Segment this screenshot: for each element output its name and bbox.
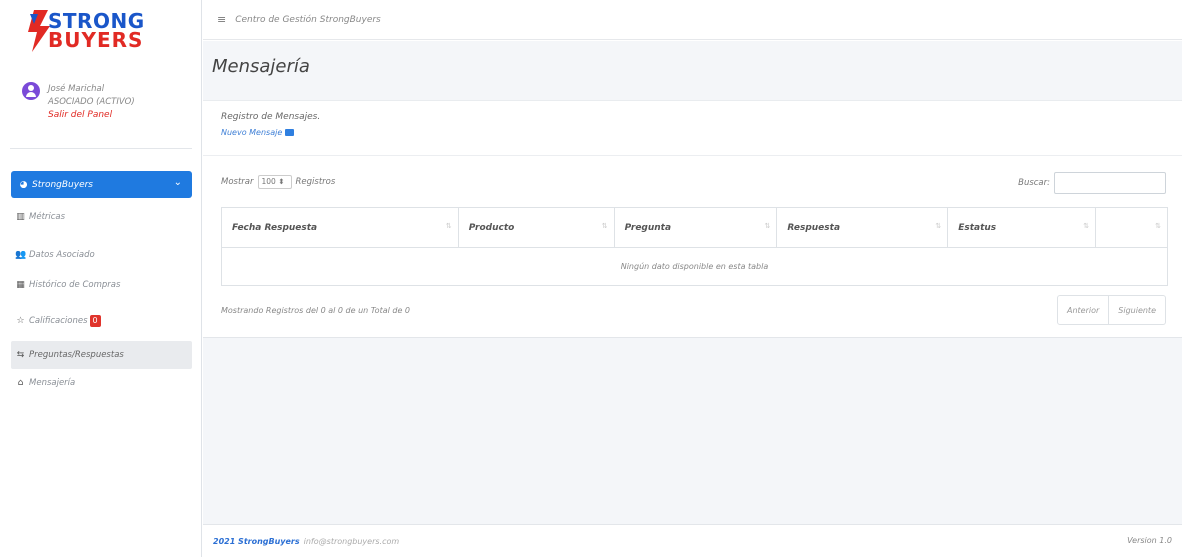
sidebar-item-label: Mensajería: [29, 378, 76, 388]
sort-icon: ⇅: [1155, 222, 1161, 230]
messages-table: Fecha Respuesta ⇅ Producto ⇅ Pregunta ⇅ Res…: [221, 207, 1168, 286]
sort-icon: ⇅: [764, 222, 771, 230]
avatar: [22, 82, 40, 100]
logo[interactable]: STRONG BUYERS: [0, 0, 201, 72]
sidebar-item-preguntas[interactable]: ⇆ Preguntas/Respuestas: [11, 341, 192, 369]
topbar: ≡ Centro de Gestión StrongBuyers: [203, 0, 1182, 40]
page-length-select[interactable]: 100 ⬍: [257, 175, 292, 189]
menu-icon[interactable]: ≡: [217, 13, 226, 26]
inbox-icon: ⌂: [17, 378, 24, 388]
new-message-link[interactable]: Nuevo Mensaje: [221, 128, 282, 137]
chevron-down-icon: ⌄: [173, 177, 182, 188]
logo-text-buyers: BUYERS: [48, 28, 144, 52]
sidebar-item-mensajeria[interactable]: ⌂ Mensajería: [11, 369, 192, 397]
sort-icon: ⇅: [1083, 222, 1090, 230]
count-badge: 0: [89, 315, 101, 327]
footer-email: info@strongbuyers.com: [303, 536, 400, 546]
card-heading: Registro de Mensajes.: [221, 112, 321, 122]
search-input[interactable]: [1054, 172, 1166, 194]
sidebar-item-label: Histórico de Compras: [29, 280, 121, 290]
header-label: Estatus: [958, 222, 997, 233]
col-actions[interactable]: ⇅: [1095, 207, 1168, 248]
sidebar: STRONG BUYERS José Marichal ASOCIADO (AC…: [0, 0, 202, 557]
sidebar-item-calificaciones[interactable]: ☆ Calificaciones 0: [11, 307, 192, 335]
footer: 2021 StrongBuyers info@strongbuyers.com …: [203, 524, 1182, 557]
sidebar-item-label: Calificaciones: [29, 316, 88, 326]
header-label: Respuesta: [787, 222, 841, 233]
search-label: Buscar:: [1018, 178, 1050, 188]
search-control: Buscar:: [1018, 172, 1166, 194]
page-title: Mensajería: [212, 56, 310, 77]
table-info: Mostrando Registros del 0 al 0 de un Tot…: [221, 306, 411, 315]
page-length-control: Mostrar 100 ⬍ Registros: [221, 175, 335, 189]
sidebar-item-label: Datos Asociado: [29, 250, 95, 260]
new-message-icon[interactable]: [285, 129, 295, 136]
header-label: Fecha Respuesta: [232, 222, 318, 233]
sidebar-item-label: Preguntas/Respuestas: [29, 350, 124, 360]
star-icon: ☆: [16, 316, 25, 326]
header-label: Producto: [468, 222, 515, 233]
card-divider: [203, 155, 1182, 156]
sort-icon: ⇅: [445, 222, 452, 230]
sidebar-item-strongbuyers[interactable]: ◕ StrongBuyers ⌄: [11, 171, 192, 198]
sidebar-item-historico[interactable]: ▦ Histórico de Compras: [11, 271, 192, 299]
calendar-icon: ▦: [16, 280, 25, 290]
next-button[interactable]: Siguiente: [1109, 295, 1166, 325]
sidebar-item-label: StrongBuyers: [32, 179, 93, 190]
sidebar-item-metricas[interactable]: ▥ Métricas: [11, 203, 192, 231]
version-label: Version 1.0: [1127, 536, 1172, 545]
user-name: José Marichal: [48, 84, 105, 94]
logout-link[interactable]: Salir del Panel: [48, 109, 135, 122]
gauge-icon: ◕: [19, 179, 28, 190]
header-label: Pregunta: [624, 222, 672, 233]
bar-chart-icon: ▥: [16, 212, 25, 222]
sidebar-divider: [10, 148, 192, 149]
messages-card: Registro de Mensajes. Nuevo Mensaje Most…: [203, 100, 1182, 338]
empty-message: Ningún dato disponible en esta tabla: [221, 247, 1168, 286]
previous-button[interactable]: Anterior: [1056, 295, 1110, 325]
sort-icon: ⇅: [601, 222, 608, 230]
col-respuesta[interactable]: Respuesta ⇅: [776, 207, 949, 248]
users-icon: 👥: [15, 250, 27, 260]
col-pregunta[interactable]: Pregunta ⇅: [613, 207, 778, 248]
topbar-title: Centro de Gestión StrongBuyers: [235, 14, 381, 25]
sort-icon: ⇅: [935, 222, 942, 230]
col-estatus[interactable]: Estatus ⇅: [947, 207, 1097, 248]
exchange-icon: ⇆: [16, 350, 25, 360]
footer-brand-link[interactable]: 2021 StrongBuyers: [213, 537, 300, 546]
col-producto[interactable]: Producto ⇅: [457, 207, 615, 248]
table-row: Ningún dato disponible en esta tabla: [221, 247, 1168, 286]
pagination: Anterior Siguiente: [1056, 295, 1166, 325]
show-label: Mostrar: [221, 177, 254, 187]
col-fecha-respuesta[interactable]: Fecha Respuesta ⇅: [221, 207, 459, 248]
sidebar-item-datos-asociado[interactable]: 👥 Datos Asociado: [11, 241, 192, 269]
user-role: ASOCIADO (ACTIVO): [48, 97, 135, 107]
sidebar-item-label: Métricas: [29, 212, 66, 222]
page-length-value: 100: [261, 177, 276, 186]
table-header-row: Fecha Respuesta ⇅ Producto ⇅ Pregunta ⇅ Res…: [221, 207, 1168, 248]
records-label: Registros: [295, 177, 336, 187]
